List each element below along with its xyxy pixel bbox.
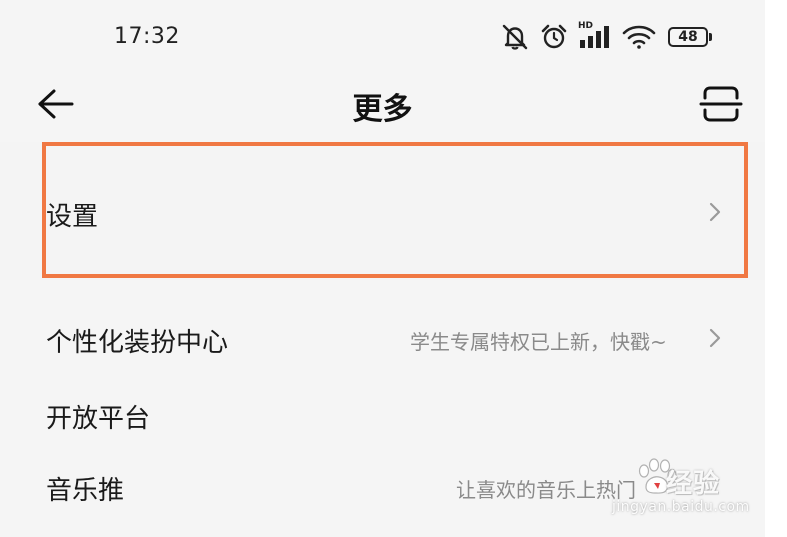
scan-button[interactable] — [696, 82, 746, 126]
status-time: 17:32 — [114, 24, 180, 49]
right-margin — [765, 0, 787, 537]
settings-row[interactable]: 设置 — [0, 142, 765, 280]
open-platform-row[interactable]: 开放平台 — [0, 378, 765, 450]
theme-center-row[interactable]: 个性化装扮中心 学生专属特权已上新，快戳~ — [0, 298, 765, 378]
nav-header: 更多 — [0, 72, 765, 140]
hd-signal-icon: HD — [578, 21, 612, 51]
chevron-right-icon — [706, 326, 724, 350]
chevron-right-icon — [706, 200, 724, 224]
theme-center-hint: 学生专属特权已上新，快戳~ — [410, 330, 667, 354]
open-platform-label: 开放平台 — [46, 404, 151, 434]
page-title: 更多 — [352, 92, 413, 127]
mute-bell-icon — [500, 23, 530, 51]
settings-label: 设置 — [46, 202, 99, 232]
music-push-hint: 让喜欢的音乐上热门 — [456, 478, 636, 502]
scan-icon — [699, 86, 743, 122]
theme-center-label: 个性化装扮中心 — [46, 328, 229, 358]
battery-icon: 48 — [668, 27, 712, 47]
alarm-icon — [540, 23, 568, 51]
music-push-label: 音乐推 — [46, 476, 125, 506]
battery-level: 48 — [678, 29, 698, 45]
wifi-icon — [622, 24, 656, 50]
status-bar: 17:32 HD 48 — [0, 0, 765, 72]
app-screen: 17:32 HD 48 更多 设置 个性化装扮中心 学生专属特权已上新，快戳~ … — [0, 0, 765, 537]
music-push-row[interactable]: 音乐推 让喜欢的音乐上热门 — [0, 450, 765, 530]
status-icons: HD 48 — [500, 21, 712, 52]
